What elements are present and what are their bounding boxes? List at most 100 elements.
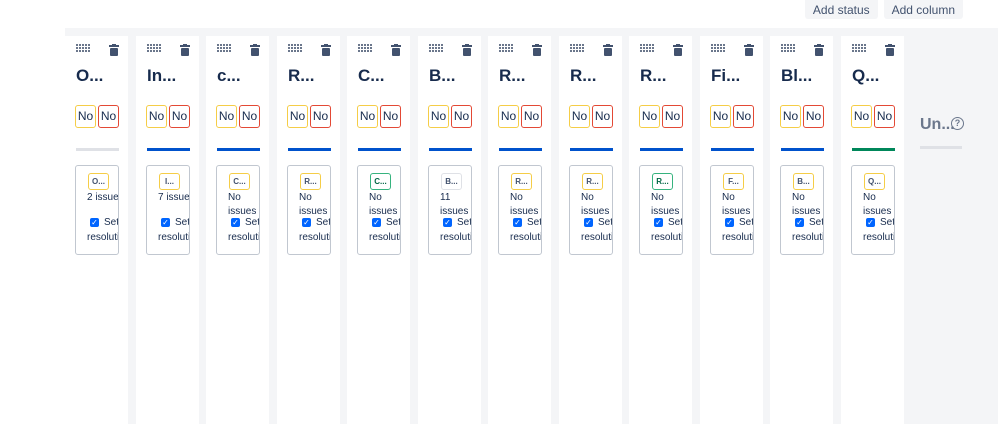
column-name[interactable]: R... [640,66,688,86]
max-limit-field[interactable]: No [451,105,472,128]
drag-handle-icon[interactable] [711,44,725,52]
trash-icon[interactable] [744,43,754,56]
trash-icon[interactable] [814,43,824,56]
board-column[interactable]: Q... No No Q... No issues ✓ Set resoluti [841,36,904,424]
board-column[interactable]: R... No No R... No issues ✓ Set resoluti [559,36,622,424]
set-resolution-checkbox[interactable]: ✓ [725,218,734,227]
status-card[interactable]: O... 2 issues ✓ Set resoluti [75,165,119,255]
set-resolution-checkbox[interactable]: ✓ [866,218,875,227]
column-name[interactable]: B... [429,66,477,86]
min-limit-field[interactable]: No [287,105,308,128]
min-limit-field[interactable]: No [428,105,449,128]
min-limit-field[interactable]: No [357,105,378,128]
set-resolution-checkbox[interactable]: ✓ [90,218,99,227]
column-name[interactable]: c... [217,66,265,86]
set-resolution-checkbox[interactable]: ✓ [443,218,452,227]
drag-handle-icon[interactable] [288,44,302,52]
drag-handle-icon[interactable] [429,44,443,52]
board-column[interactable]: Bl... No No B... No issues ✓ Set resolut… [770,36,833,424]
board-column[interactable]: O... No No O... 2 issues ✓ Set resoluti [65,36,128,424]
trash-icon[interactable] [532,43,542,56]
board-column[interactable]: C... No No C... No issues ✓ Set resoluti [347,36,410,424]
status-card[interactable]: I... 7 issues ✓ Set resoluti [146,165,190,255]
set-resolution-checkbox[interactable]: ✓ [513,218,522,227]
status-card[interactable]: R... No issues ✓ Set resoluti [287,165,331,255]
status-card[interactable]: Q... No issues ✓ Set resoluti [851,165,895,255]
board-column[interactable]: R... No No R... No issues ✓ Set resoluti [277,36,340,424]
set-resolution-checkbox[interactable]: ✓ [584,218,593,227]
help-icon[interactable]: ? [951,117,964,130]
set-resolution-checkbox[interactable]: ✓ [161,218,170,227]
board-column[interactable]: In... No No I... 7 issues ✓ Set resoluti [136,36,199,424]
max-limit-field[interactable]: No [169,105,190,128]
trash-icon[interactable] [885,43,895,56]
min-limit-field[interactable]: No [216,105,237,128]
status-card[interactable]: R... No issues ✓ Set resoluti [498,165,542,255]
trash-icon[interactable] [180,43,190,56]
max-limit-field[interactable]: No [803,105,824,128]
drag-handle-icon[interactable] [76,44,90,52]
max-limit-field[interactable]: No [592,105,613,128]
board-column[interactable]: R... No No R... No issues ✓ Set resoluti [629,36,692,424]
trash-icon[interactable] [109,43,119,56]
max-limit-field[interactable]: No [380,105,401,128]
drag-handle-icon[interactable] [640,44,654,52]
column-name[interactable]: O... [76,66,124,86]
min-limit-field[interactable]: No [639,105,660,128]
column-name[interactable]: R... [570,66,618,86]
status-card[interactable]: B... 11 issues ✓ Set resoluti [428,165,472,255]
min-limit-field[interactable]: No [569,105,590,128]
max-limit-field[interactable]: No [310,105,331,128]
trash-icon[interactable] [321,43,331,56]
column-name[interactable]: R... [499,66,547,86]
max-limit-field[interactable]: No [521,105,542,128]
max-limit-field[interactable]: No [98,105,119,128]
set-resolution-checkbox[interactable]: ✓ [795,218,804,227]
trash-icon[interactable] [603,43,613,56]
drag-handle-icon[interactable] [147,44,161,52]
status-card[interactable]: C... No issues ✓ Set resoluti [357,165,401,255]
max-limit-field[interactable]: No [662,105,683,128]
status-card[interactable]: F... No issues ✓ Set resoluti [710,165,754,255]
trash-icon[interactable] [391,43,401,56]
column-name[interactable]: Fi... [711,66,759,86]
max-limit-field[interactable]: No [874,105,895,128]
status-card[interactable]: R... No issues ✓ Set resoluti [569,165,613,255]
min-limit-field[interactable]: No [146,105,167,128]
drag-handle-icon[interactable] [217,44,231,52]
board-column[interactable]: B... No No B... 11 issues ✓ Set resoluti [418,36,481,424]
resolution-label: resoluti [228,232,260,243]
max-limit-field[interactable]: No [239,105,260,128]
status-card[interactable]: C... No issues ✓ Set resoluti [216,165,260,255]
drag-handle-icon[interactable] [499,44,513,52]
min-limit-field[interactable]: No [780,105,801,128]
column-name[interactable]: Bl... [781,66,829,86]
add-status-button[interactable]: Add status [804,0,878,19]
board-column[interactable]: Fi... No No F... No issues ✓ Set resolut… [700,36,763,424]
set-resolution-checkbox[interactable]: ✓ [654,218,663,227]
set-resolution-checkbox[interactable]: ✓ [302,218,311,227]
drag-handle-icon[interactable] [570,44,584,52]
min-limit-field[interactable]: No [710,105,731,128]
status-card[interactable]: R... No issues ✓ Set resoluti [639,165,683,255]
drag-handle-icon[interactable] [358,44,372,52]
set-resolution-checkbox[interactable]: ✓ [372,218,381,227]
add-column-button[interactable]: Add column [883,0,963,19]
trash-icon[interactable] [673,43,683,56]
board-column[interactable]: c... No No C... No issues ✓ Set resoluti [206,36,269,424]
set-resolution-checkbox[interactable]: ✓ [231,218,240,227]
column-name[interactable]: In... [147,66,195,86]
column-name[interactable]: Q... [852,66,900,86]
board-column[interactable]: R... No No R... No issues ✓ Set resoluti [488,36,551,424]
trash-icon[interactable] [250,43,260,56]
min-limit-field[interactable]: No [498,105,519,128]
column-name[interactable]: R... [288,66,336,86]
column-name[interactable]: C... [358,66,406,86]
min-limit-field[interactable]: No [75,105,96,128]
drag-handle-icon[interactable] [781,44,795,52]
min-limit-field[interactable]: No [851,105,872,128]
max-limit-field[interactable]: No [733,105,754,128]
drag-handle-icon[interactable] [852,44,866,52]
trash-icon[interactable] [462,43,472,56]
status-card[interactable]: B... No issues ✓ Set resoluti [780,165,824,255]
